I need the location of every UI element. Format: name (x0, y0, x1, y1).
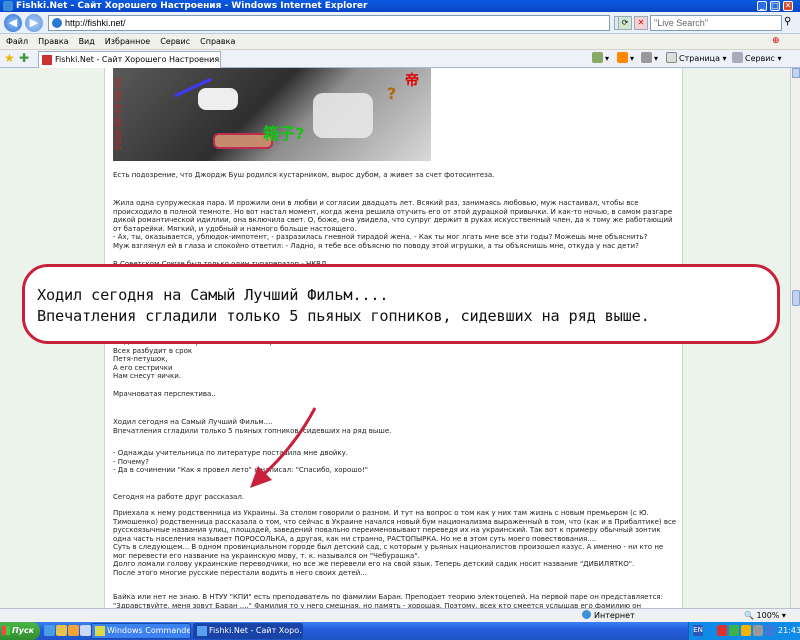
menu-favorites[interactable]: Избранное (100, 34, 155, 50)
print-button[interactable]: ▾ (641, 52, 658, 66)
tray-app-icon-1[interactable] (717, 625, 727, 636)
search-input[interactable]: "Live Search" (650, 15, 782, 31)
tray-app-icon-2[interactable] (729, 625, 739, 636)
zoom-value: 100% (756, 611, 780, 620)
scroll-thumb[interactable] (792, 290, 800, 306)
task-label: Fishki.Net - Сайт Хоро... (209, 626, 303, 635)
joke-movie: Ходил сегодня на Самый Лучший Фильм.... … (113, 418, 392, 435)
quicklaunch-ie-icon[interactable] (44, 625, 55, 636)
ie-icon (3, 1, 13, 11)
photo-question-mark: ? (387, 84, 397, 103)
page-icon (52, 18, 62, 28)
ie-task-icon (197, 626, 207, 636)
left-sidebar (0, 68, 105, 623)
home-icon (592, 52, 603, 63)
quicklaunch-desktop-icon[interactable] (56, 625, 67, 636)
favorites-star-icon[interactable]: ★ (4, 51, 15, 65)
page-content: 箱子? 帝 ? 2006-06-28 06:50 Есть подозрение… (0, 68, 790, 623)
tray-app-icon-3[interactable] (741, 625, 751, 636)
page-menu[interactable]: Страница ▾ (666, 52, 727, 66)
menu-bar: Файл Правка Вид Избранное Сервис Справка ⊕ (0, 34, 800, 50)
back-button[interactable]: ◀ (4, 14, 22, 32)
globe-icon (582, 610, 591, 619)
joke-bush: Есть подозрение, что Джордж Буш родился … (113, 171, 495, 179)
menu-tools[interactable]: Сервис (155, 34, 195, 50)
photo-shoe (198, 88, 238, 110)
security-zone: Интернет (582, 609, 635, 622)
photo-image: 箱子? 帝 ? 2006-06-28 06:50 (113, 68, 431, 161)
address-url: http://fishki.net/ (65, 18, 126, 28)
tab-bar: ★ ✚ Fishki.Net - Сайт Хорошего Настроени… (0, 50, 800, 68)
joke-perspective: Мрачноватая перспектива.. (113, 390, 216, 398)
close-button[interactable]: ✕ (783, 1, 793, 11)
gear-icon (732, 52, 743, 63)
scroll-up-button[interactable] (792, 68, 800, 78)
joke-teacher: - Однажды учительница по литературе пост… (113, 449, 368, 474)
add-favorite-icon[interactable]: ✚ (19, 51, 29, 65)
start-label: Пуск (12, 626, 35, 635)
photo-timestamp: 2006-06-28 06:50 (114, 78, 123, 151)
menu-edit[interactable]: Правка (33, 34, 73, 50)
story-ukraine: Приехала к нему родственница из Украины.… (113, 509, 677, 577)
address-toolbar: ◀ ▶ http://fishki.net/ ▾ ⟳ ✕ "Live Searc… (0, 12, 800, 34)
refresh-icon[interactable]: ⟳ (618, 16, 632, 30)
status-bar: Интернет 🔍 100% ▾ (0, 608, 800, 622)
task-windows-commander[interactable]: Windows Commander 4.5... (91, 623, 191, 639)
menu-view[interactable]: Вид (74, 34, 100, 50)
tools-label: Сервис (745, 54, 775, 63)
feeds-button[interactable]: ▾ (617, 52, 634, 66)
joke-kids-book: Из детской книжки серии "Начинаем говори… (113, 338, 290, 380)
zone-label: Интернет (594, 611, 635, 620)
volume-icon[interactable] (753, 625, 763, 636)
forward-button[interactable]: ▶ (25, 14, 43, 32)
vertical-scrollbar[interactable] (790, 68, 800, 623)
photo-chinese-text-2: 帝 (405, 73, 419, 89)
windows-commander-icon (95, 626, 105, 636)
toolbar-extra-icon[interactable]: ⊕ (772, 36, 780, 46)
maximize-button[interactable]: □ (770, 1, 780, 11)
stop-icon[interactable]: ✕ (634, 16, 648, 30)
photo-bag (313, 93, 373, 138)
callout-box: Ходил сегодня на Самый Лучший Фильм.... … (22, 264, 780, 344)
page-icon (666, 52, 677, 63)
network-icon[interactable] (765, 625, 775, 636)
zoom-control[interactable]: 🔍 100% ▾ (744, 609, 786, 622)
story-intro: Сегодня на работе друг рассказал. (113, 493, 245, 501)
task-label: Windows Commander 4.5... (107, 626, 191, 635)
callout-line-2: Впечатления сгладили только 5 пьяных гоп… (37, 307, 650, 325)
fishki-favicon (42, 55, 52, 65)
callout-arrow (250, 407, 317, 488)
start-button[interactable]: Пуск (0, 622, 40, 640)
menu-file[interactable]: Файл (1, 34, 33, 50)
menu-help[interactable]: Справка (195, 34, 240, 50)
windows-flag-icon (2, 626, 10, 635)
title-bar: Fishki.Net - Сайт Хорошего Настроения - … (0, 0, 800, 12)
page-label: Страница (679, 54, 721, 63)
language-indicator[interactable]: EN (693, 625, 703, 636)
photo-chinese-text-1: 箱子? (263, 124, 305, 143)
tab-title: Fishki.Net - Сайт Хорошего Настроения (55, 55, 220, 64)
tools-menu[interactable]: Сервис ▾ (732, 52, 781, 66)
callout-line-1: Ходил сегодня на Самый Лучший Фильм.... (37, 286, 389, 304)
home-button[interactable]: ▾ (592, 52, 609, 66)
clock: 21:43 (778, 626, 800, 635)
minimize-button[interactable]: _ (757, 1, 767, 11)
window-title: Fishki.Net - Сайт Хорошего Настроения - … (16, 1, 368, 11)
quicklaunch-folder-icon[interactable] (68, 625, 79, 636)
tab-fishki[interactable]: Fishki.Net - Сайт Хорошего Настроения (38, 51, 221, 68)
search-icon[interactable]: ⚲ (784, 16, 791, 27)
search-placeholder: Live Search (657, 18, 705, 28)
taskbar: Пуск Windows Commander 4.5... Fishki.Net… (0, 622, 800, 640)
address-input[interactable]: http://fishki.net/ (48, 15, 610, 31)
print-icon (641, 52, 652, 63)
right-sidebar (682, 68, 790, 623)
task-ie-fishki[interactable]: Fishki.Net - Сайт Хоро... (193, 623, 303, 639)
joke-couple: Жила одна супружеская пара. И прожили он… (113, 199, 673, 250)
quicklaunch-app-icon[interactable] (80, 625, 91, 636)
rss-icon (617, 52, 628, 63)
